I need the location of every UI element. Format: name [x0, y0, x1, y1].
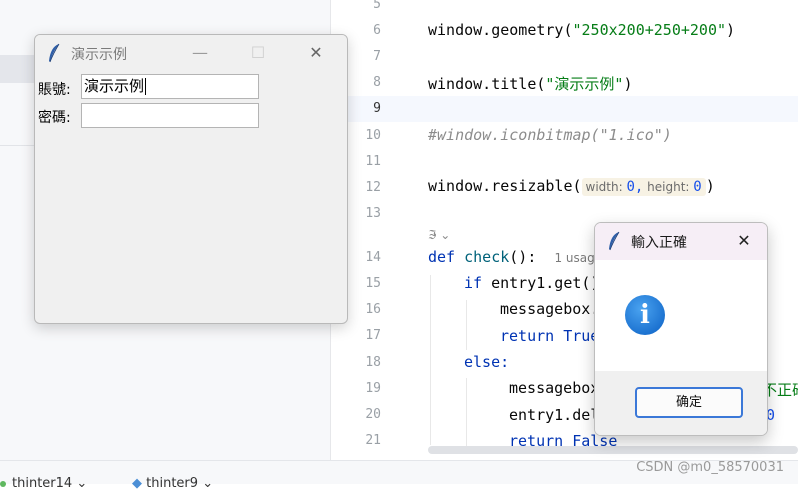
- tk-titlebar[interactable]: 演示示例 — ☐ ✕: [35, 35, 347, 71]
- feather-icon: [609, 231, 620, 251]
- account-input[interactable]: 演示示例: [81, 74, 259, 99]
- python-icon: ◆: [132, 476, 142, 491]
- password-input[interactable]: [81, 103, 259, 128]
- password-label: 密碼:: [38, 110, 71, 126]
- run-tab-thinter9[interactable]: ◆ thinter9 ⌄: [132, 476, 213, 491]
- maximize-button[interactable]: ☐: [235, 41, 281, 65]
- line-number: 19: [365, 381, 381, 396]
- code-line-16: messagebox.: [500, 300, 600, 318]
- tk-window-title: 演示示例: [71, 47, 127, 63]
- code-line-12: window.resizable(width: 0, height: 0): [428, 177, 715, 196]
- indent-guide: [430, 275, 431, 445]
- line-number: 17: [365, 328, 381, 343]
- messagebox-footer: 确定: [595, 371, 767, 435]
- indent-guide: [466, 300, 467, 350]
- line-number: 21: [365, 433, 381, 448]
- tk-main-window: 演示示例 — ☐ ✕ 賬號: 演示示例 密碼:: [34, 34, 348, 324]
- account-label: 賬號:: [38, 82, 71, 98]
- code-line-20: entry1.del: [509, 406, 600, 424]
- watermark: CSDN @m0_58570031: [636, 460, 784, 475]
- parameter-hint: width: 0, height: 0: [581, 178, 706, 196]
- line-number: 20: [365, 407, 381, 422]
- info-messagebox: 輸入正確 ✕ i 确定: [594, 222, 768, 436]
- code-line-15: if entry1.get(): [464, 274, 600, 292]
- line-number: 18: [365, 355, 381, 370]
- line-number: 5: [373, 0, 381, 12]
- close-button[interactable]: ✕: [293, 41, 339, 65]
- messagebox-title: 輸入正確: [631, 235, 687, 251]
- minimize-button[interactable]: —: [177, 41, 223, 65]
- run-status-icon: [0, 480, 6, 487]
- close-icon[interactable]: ✕: [729, 229, 759, 253]
- horizontal-scrollbar[interactable]: [428, 446, 798, 454]
- feather-icon: [49, 43, 60, 63]
- code-line-10: #window.iconbitmap("1.ico"): [428, 126, 672, 144]
- messagebox-titlebar[interactable]: 輸入正確 ✕: [595, 223, 767, 260]
- info-icon: i: [625, 295, 665, 335]
- ai-assistant-icon[interactable]: ℑ̴ ⌄: [428, 228, 450, 242]
- code-line-17: return True: [500, 327, 600, 345]
- indent-guide: [466, 378, 467, 446]
- ok-button[interactable]: 确定: [635, 387, 743, 418]
- text-cursor: [145, 78, 147, 95]
- current-line-highlight: [343, 96, 798, 122]
- code-line-8: window.title("演示示例"): [428, 75, 633, 93]
- run-tab-thinter14[interactable]: thinter14 ⌄: [0, 476, 87, 491]
- usages-hint: 1 usag: [554, 251, 595, 265]
- code-line-14: def check(): 1 usag: [428, 248, 595, 266]
- code-line-19: messagebox: [509, 379, 600, 397]
- code-line-18: else:: [464, 353, 510, 371]
- code-line-6: window.geometry("250x200+250+200"): [428, 21, 736, 39]
